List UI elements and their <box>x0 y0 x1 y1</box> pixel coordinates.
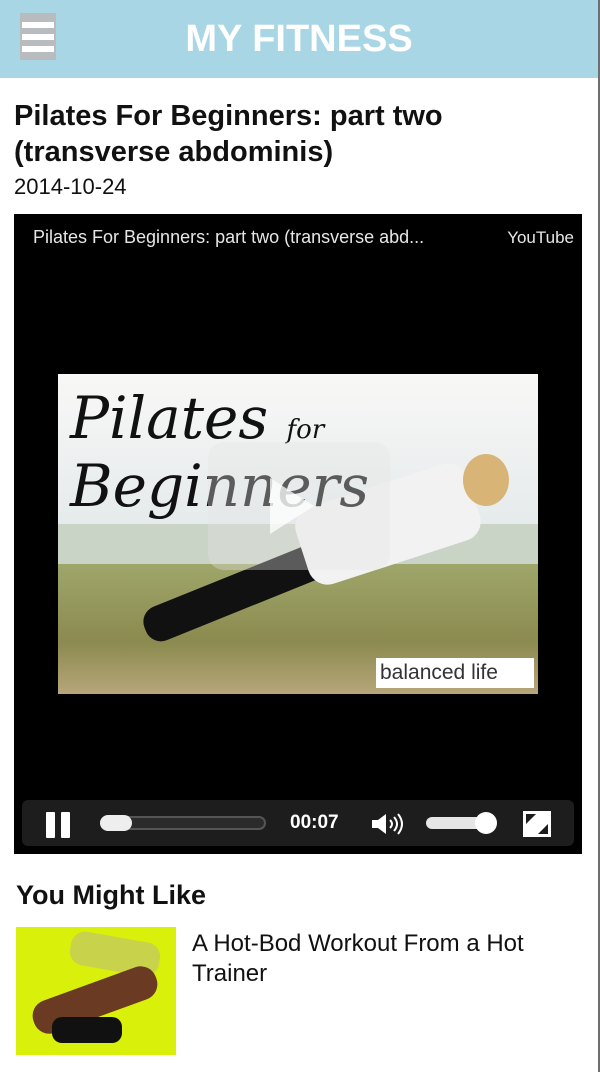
app-title: MY FITNESS <box>185 17 413 60</box>
brand-logo: balanced life <box>376 658 534 688</box>
recommended-item[interactable]: A Hot-Bod Workout From a Hot Trainer <box>16 927 598 1055</box>
volume-icon[interactable] <box>370 812 410 836</box>
app-page: MY FITNESS Pilates For Beginners: part t… <box>0 0 600 1072</box>
video-thumbnail[interactable]: Pilates for Beginners balanced life <box>58 374 538 694</box>
hamburger-menu-icon[interactable] <box>20 13 56 60</box>
recommended-item-thumbnail[interactable] <box>16 927 176 1055</box>
youtube-logo-link[interactable]: YouTube <box>507 228 574 248</box>
video-player[interactable]: Pilates For Beginners: part two (transve… <box>14 214 582 854</box>
video-title-link[interactable]: Pilates For Beginners: part two (transve… <box>33 227 424 248</box>
top-app-bar: MY FITNESS <box>0 0 598 78</box>
fullscreen-icon[interactable] <box>522 810 552 838</box>
post-title: Pilates For Beginners: part two (transve… <box>14 100 443 168</box>
post-date: 2014-10-24 <box>14 174 127 199</box>
play-icon <box>270 478 314 534</box>
main-content: Pilates For Beginners: part two (transve… <box>0 98 598 854</box>
you-might-like-heading: You Might Like <box>16 880 206 910</box>
seek-handle[interactable] <box>100 815 132 831</box>
video-controls-bar: 00:07 <box>22 800 574 846</box>
play-button[interactable] <box>208 442 390 570</box>
current-time: 00:07 <box>290 812 339 833</box>
recommended-item-title[interactable]: A Hot-Bod Workout From a Hot Trainer <box>192 929 598 1055</box>
volume-handle[interactable] <box>475 812 497 834</box>
pause-icon[interactable] <box>46 812 72 838</box>
seek-bar[interactable] <box>100 815 266 831</box>
